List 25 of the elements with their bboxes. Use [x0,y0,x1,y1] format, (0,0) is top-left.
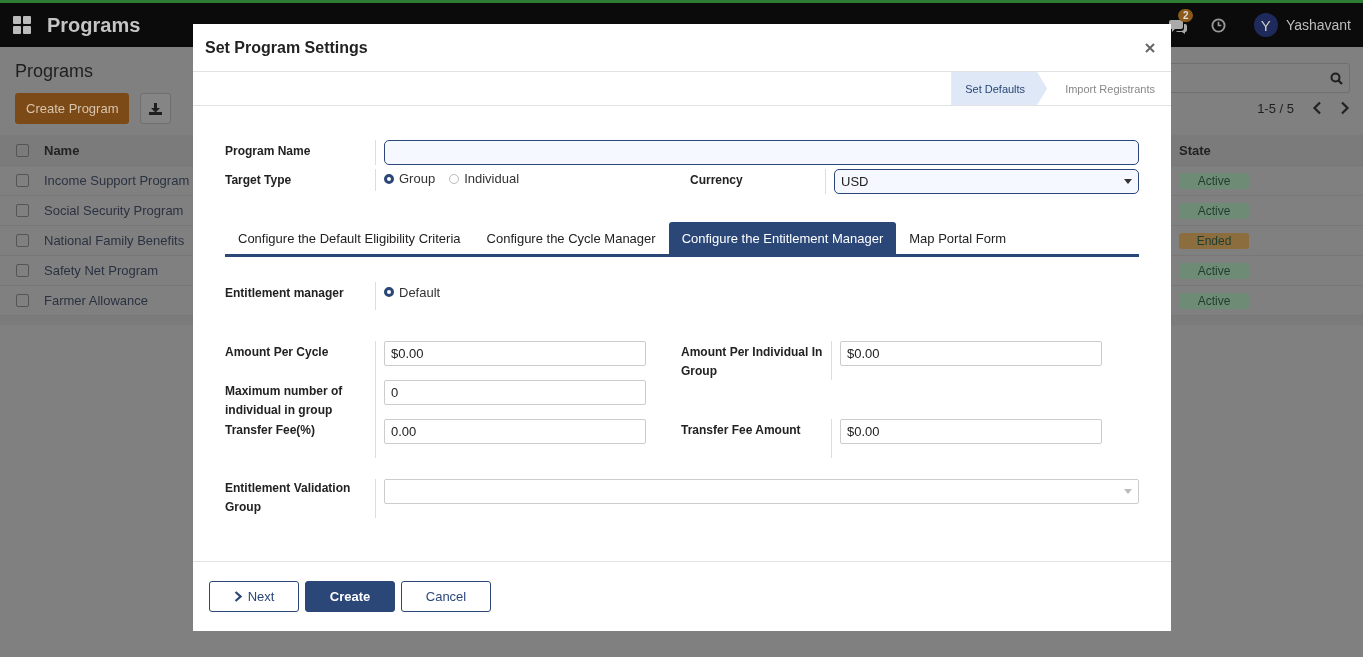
field-label: Program Name [225,143,312,160]
field-label: Transfer Fee Amount [681,422,802,439]
field-label: Target Type [225,172,293,189]
state-tag: Active [1179,292,1249,309]
field-label: Maximum number of individual in group [225,383,344,419]
dialog-title: Set Program Settings [205,38,368,57]
message-count-badge: 2 [1177,9,1194,22]
state-tag: Ended [1179,232,1249,249]
program-name: Farmer Allowance [44,293,150,308]
field-label: Amount Per Cycle [225,344,330,361]
pager-count: 1-5 / 5 [1257,100,1294,116]
field-label: Amount Per Individual In Group [681,344,824,380]
field-label: Entitlement manager [225,285,345,302]
program-name: Income Support Program [44,173,191,188]
program-name: Social Security Program [44,203,185,218]
page-title: Programs [15,59,95,82]
field-label: Currency [689,172,744,189]
state-tag: Active [1179,172,1249,189]
field-label: Transfer Fee(%) [225,422,317,439]
program-name: Safety Net Program [44,263,160,278]
state-tag: Active [1179,202,1249,219]
field-label: Entitlement Validation Group [225,480,352,516]
program-name: National Family Benefits [44,233,186,248]
app-title: Programs [47,13,141,37]
state-tag: Active [1179,262,1249,279]
